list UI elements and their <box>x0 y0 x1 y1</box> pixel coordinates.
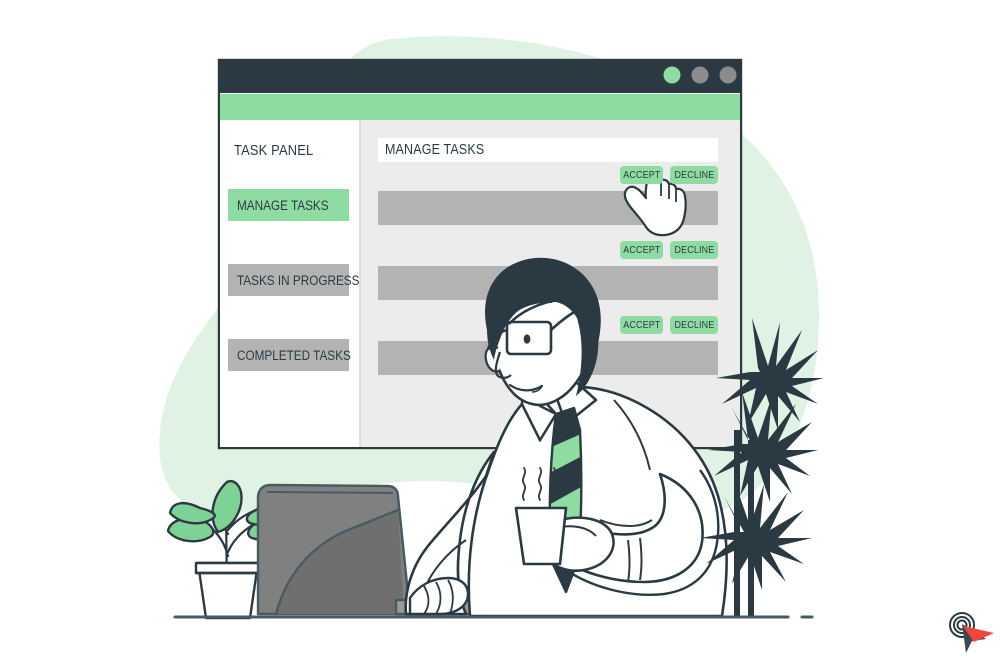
sidebar-item-tasks-in-progress[interactable]: TASKS IN PROGRESS <box>228 264 359 296</box>
sidebar-item-manage-tasks[interactable]: MANAGE TASKS <box>228 189 349 221</box>
accept-button-row-1[interactable]: ACCEPT <box>620 166 663 184</box>
sidebar-item-completed-tasks[interactable]: COMPLETED TASKS <box>228 339 351 371</box>
target-arrow-cursor <box>949 612 994 653</box>
sidebar-item-label: COMPLETED TASKS <box>237 347 351 363</box>
decline-button-label: DECLINE <box>674 244 714 256</box>
illustration-scene: TASK PANEL MANAGE TASKS TASKS IN PROGRES… <box>0 0 1000 662</box>
sidebar-item-label: TASKS IN PROGRESS <box>237 272 360 288</box>
accept-button-label: ACCEPT <box>622 169 661 181</box>
accept-button-row-3[interactable]: ACCEPT <box>620 316 663 334</box>
decline-button-row-2[interactable]: DECLINE <box>670 241 718 259</box>
titlebar-dot-gray-2 <box>719 66 737 84</box>
accept-button-row-2[interactable]: ACCEPT <box>620 241 663 259</box>
titlebar-dot-gray-1 <box>691 66 709 84</box>
sidebar-item-label: MANAGE TASKS <box>237 197 329 213</box>
decline-button-row-3[interactable]: DECLINE <box>670 316 718 334</box>
window-titlebar <box>219 60 741 93</box>
titlebar-dot-green <box>663 66 681 84</box>
decline-button-label: DECLINE <box>674 319 714 331</box>
accept-button-label: ACCEPT <box>622 244 661 256</box>
content-title: MANAGE TASKS <box>385 142 485 158</box>
decline-button-label: DECLINE <box>674 169 714 181</box>
decline-button-row-1[interactable]: DECLINE <box>670 166 718 184</box>
window-toolbar <box>220 94 740 120</box>
accept-button-label: ACCEPT <box>622 319 661 331</box>
sidebar-heading: TASK PANEL <box>234 142 314 159</box>
scene-artwork <box>159 36 994 653</box>
